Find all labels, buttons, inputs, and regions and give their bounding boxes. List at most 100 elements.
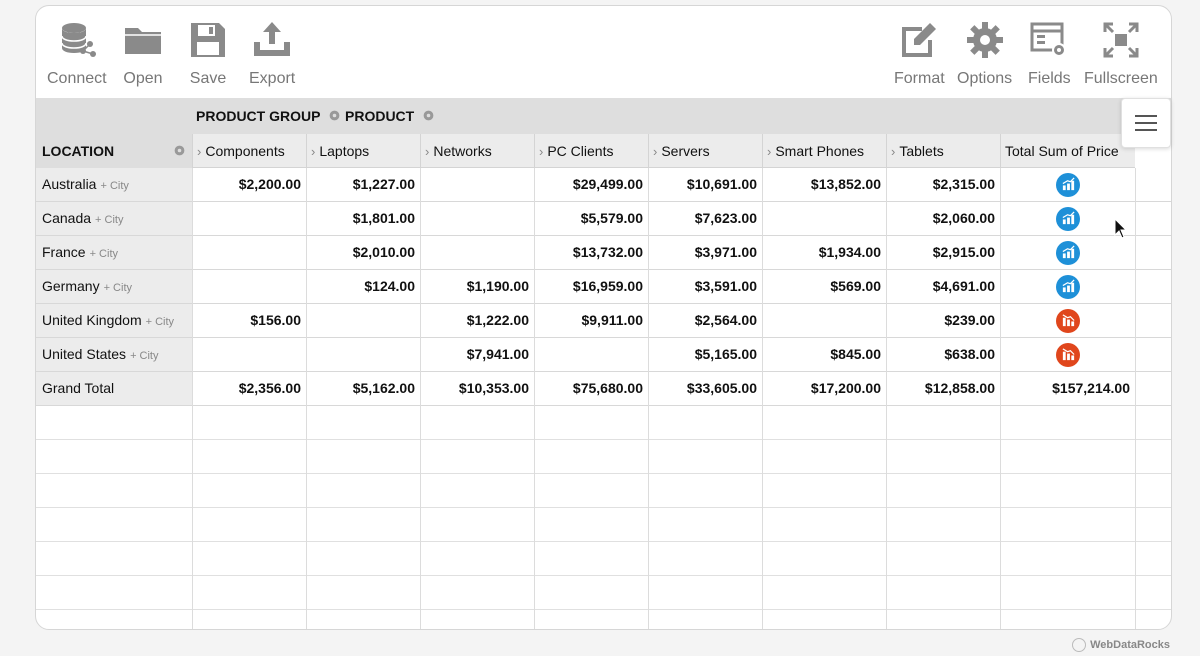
value-cell[interactable]: $33,605.00 xyxy=(648,372,762,405)
gear-icon[interactable] xyxy=(422,109,435,122)
chevron-right-icon[interactable]: › xyxy=(425,144,429,159)
export-button[interactable]: Export xyxy=(249,20,295,88)
value-cell[interactable]: $9,911.00 xyxy=(534,304,648,337)
value-cell[interactable]: $7,623.00 xyxy=(648,202,762,235)
value-cell[interactable]: $1,801.00 xyxy=(306,202,420,235)
value-cell[interactable]: $10,353.00 xyxy=(420,372,534,405)
value-cell[interactable]: $5,579.00 xyxy=(534,202,648,235)
open-button[interactable]: Open xyxy=(123,20,163,88)
value-cell[interactable]: $16,959.00 xyxy=(534,270,648,303)
column-header[interactable]: › Networks xyxy=(420,134,534,168)
value-cell[interactable]: $2,200.00 xyxy=(192,168,306,201)
field-location[interactable]: LOCATION xyxy=(36,134,192,168)
value-cell[interactable] xyxy=(420,236,534,269)
options-button[interactable]: Options xyxy=(957,20,1012,88)
field-product[interactable]: PRODUCT xyxy=(345,98,435,134)
column-header[interactable]: › Laptops xyxy=(306,134,420,168)
value-cell[interactable] xyxy=(192,202,306,235)
value-cell[interactable]: $29,499.00 xyxy=(534,168,648,201)
bar-chart-up-icon[interactable] xyxy=(1056,206,1080,231)
column-header[interactable]: › Components xyxy=(192,134,306,168)
chevron-right-icon[interactable]: › xyxy=(197,144,201,159)
value-cell[interactable] xyxy=(192,270,306,303)
value-cell[interactable]: $569.00 xyxy=(762,270,886,303)
chevron-right-icon[interactable]: › xyxy=(311,144,315,159)
format-button[interactable]: Format xyxy=(894,20,945,88)
row-header[interactable]: Canada + City xyxy=(36,202,192,235)
value-cell[interactable]: $157,214.00 xyxy=(1000,372,1135,405)
total-cell[interactable] xyxy=(1000,236,1135,269)
row-header[interactable]: United Kingdom + City xyxy=(36,304,192,337)
expand-city-link[interactable]: + City xyxy=(104,282,132,294)
column-header[interactable]: › PC Clients xyxy=(534,134,648,168)
value-cell[interactable]: $638.00 xyxy=(886,338,1000,371)
row-header[interactable]: France + City xyxy=(36,236,192,269)
row-header[interactable]: Australia + City xyxy=(36,168,192,201)
row-header[interactable]: Germany + City xyxy=(36,270,192,303)
expand-city-link[interactable]: + City xyxy=(90,248,118,260)
total-cell[interactable] xyxy=(1000,338,1135,371)
chevron-right-icon[interactable]: › xyxy=(767,144,771,159)
value-cell[interactable]: $13,852.00 xyxy=(762,168,886,201)
value-cell[interactable]: $2,060.00 xyxy=(886,202,1000,235)
expand-city-link[interactable]: + City xyxy=(100,180,128,192)
total-cell[interactable] xyxy=(1000,270,1135,303)
value-cell[interactable]: $10,691.00 xyxy=(648,168,762,201)
value-cell[interactable]: $239.00 xyxy=(886,304,1000,337)
value-cell[interactable]: $2,564.00 xyxy=(648,304,762,337)
value-cell[interactable]: $1,227.00 xyxy=(306,168,420,201)
bar-chart-down-icon[interactable] xyxy=(1056,342,1080,367)
column-header[interactable]: › Tablets xyxy=(886,134,1000,168)
expand-city-link[interactable]: + City xyxy=(146,316,174,328)
value-cell[interactable]: $12,858.00 xyxy=(886,372,1000,405)
bar-chart-down-icon[interactable] xyxy=(1056,308,1080,333)
field-product-group[interactable]: PRODUCT GROUP xyxy=(196,98,341,134)
save-button[interactable]: Save xyxy=(188,20,228,88)
value-cell[interactable] xyxy=(420,168,534,201)
value-cell[interactable] xyxy=(762,304,886,337)
value-cell[interactable]: $1,190.00 xyxy=(420,270,534,303)
bar-chart-up-icon[interactable] xyxy=(1056,240,1080,265)
value-cell[interactable] xyxy=(192,338,306,371)
value-cell[interactable]: $124.00 xyxy=(306,270,420,303)
value-cell[interactable] xyxy=(192,236,306,269)
column-header[interactable]: › Servers xyxy=(648,134,762,168)
row-header[interactable]: Grand Total xyxy=(36,372,192,405)
value-cell[interactable]: $5,162.00 xyxy=(306,372,420,405)
value-cell[interactable]: $845.00 xyxy=(762,338,886,371)
connect-button[interactable]: Connect xyxy=(47,20,107,88)
fullscreen-button[interactable]: Fullscreen xyxy=(1084,20,1158,88)
value-cell[interactable]: $1,934.00 xyxy=(762,236,886,269)
row-header[interactable]: United States + City xyxy=(36,338,192,371)
value-cell[interactable]: $156.00 xyxy=(192,304,306,337)
value-cell[interactable]: $4,691.00 xyxy=(886,270,1000,303)
value-cell[interactable]: $2,915.00 xyxy=(886,236,1000,269)
hamburger-menu-button[interactable] xyxy=(1121,98,1171,148)
column-header[interactable]: Total Sum of Price xyxy=(1000,134,1135,168)
value-cell[interactable]: $3,971.00 xyxy=(648,236,762,269)
value-cell[interactable]: $13,732.00 xyxy=(534,236,648,269)
gear-icon[interactable] xyxy=(328,109,341,122)
value-cell[interactable] xyxy=(420,202,534,235)
value-cell[interactable]: $3,591.00 xyxy=(648,270,762,303)
total-cell[interactable] xyxy=(1000,168,1135,201)
gear-icon[interactable] xyxy=(173,144,186,157)
total-cell[interactable] xyxy=(1000,304,1135,337)
chevron-right-icon[interactable]: › xyxy=(653,144,657,159)
bar-chart-up-icon[interactable] xyxy=(1056,172,1080,197)
value-cell[interactable]: $2,315.00 xyxy=(886,168,1000,201)
value-cell[interactable] xyxy=(534,338,648,371)
column-header[interactable]: › Smart Phones xyxy=(762,134,886,168)
value-cell[interactable]: $2,356.00 xyxy=(192,372,306,405)
value-cell[interactable]: $75,680.00 xyxy=(534,372,648,405)
value-cell[interactable] xyxy=(306,304,420,337)
value-cell[interactable]: $5,165.00 xyxy=(648,338,762,371)
value-cell[interactable] xyxy=(306,338,420,371)
expand-city-link[interactable]: + City xyxy=(130,350,158,362)
value-cell[interactable]: $17,200.00 xyxy=(762,372,886,405)
value-cell[interactable]: $1,222.00 xyxy=(420,304,534,337)
bar-chart-up-icon[interactable] xyxy=(1056,274,1080,299)
expand-city-link[interactable]: + City xyxy=(95,214,123,226)
fields-button[interactable]: Fields xyxy=(1028,20,1071,88)
chevron-right-icon[interactable]: › xyxy=(539,144,543,159)
